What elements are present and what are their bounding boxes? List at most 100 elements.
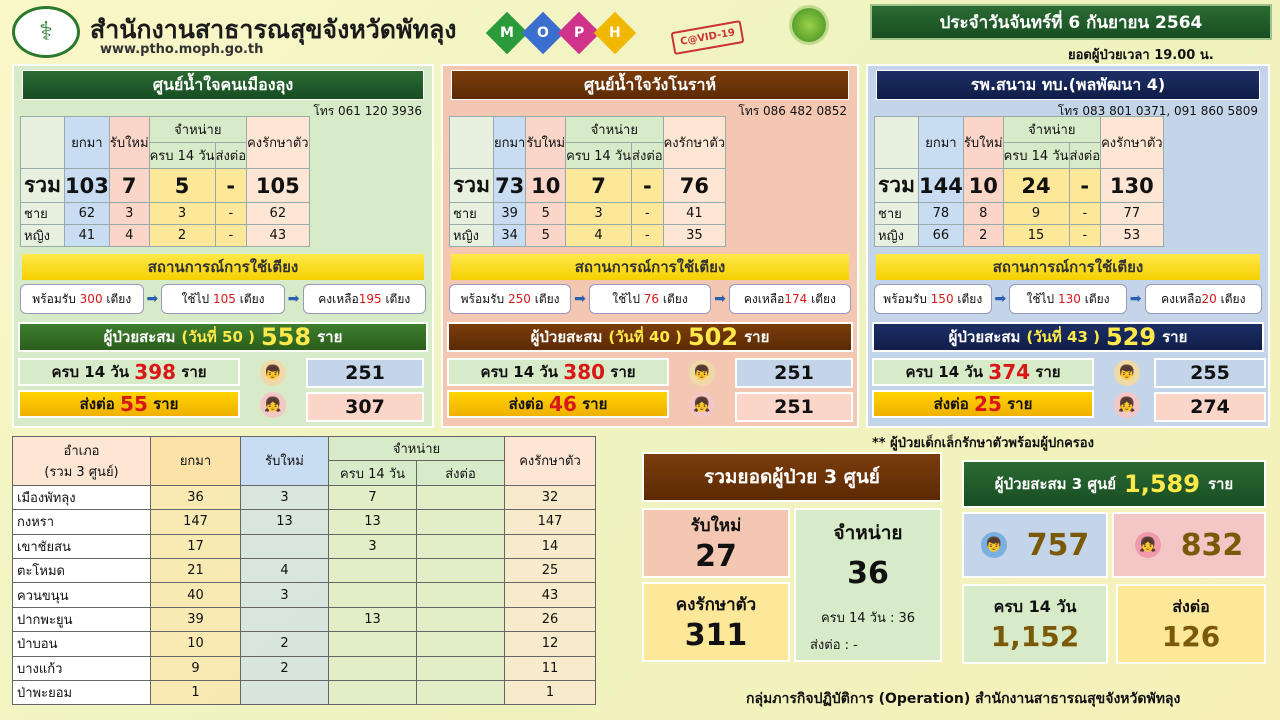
col-discharge: จำหน่าย (328, 435, 505, 462)
center-panel: รพ.สนาม ทบ.(พลพัฒนา 4) โทร 083 801 0371, … (866, 64, 1270, 428)
center-girls: 307 (306, 392, 424, 422)
center-complete: ครบ 14 วัน 374 ราย (872, 358, 1094, 386)
cell: 34 (492, 224, 527, 247)
cell: 53 (1100, 224, 1164, 247)
cell: 130 (1100, 168, 1164, 203)
cell: 10 (525, 168, 567, 203)
cell: 3 (148, 202, 216, 225)
col-refer: ส่งต่อ (416, 460, 505, 486)
center-refer: ส่งต่อ 25 ราย (872, 390, 1094, 418)
cell: 2 (148, 224, 216, 247)
bed-status-title: สถานการณ์การใช้เตียง (451, 254, 849, 280)
center-panel: ศูนย์น้ำใจวังโนราห์ โทร 086 482 0852 ยกมาร… (441, 64, 859, 428)
cell: 10 (962, 168, 1004, 203)
girl-icon: 👧 (260, 392, 286, 418)
cell: - (631, 202, 664, 225)
bed-flow: พร้อมรับ 150 เตียง ➡ ใช้ไป 130 เตียง ➡ คงเหล… (874, 284, 1263, 314)
center-complete: ครบ 14 วัน 398 ราย (18, 358, 240, 386)
cell: 43 (246, 224, 310, 247)
center-cumulative: ผู้ป่วยสะสม (วันที่ 40 ) 502 ราย (447, 322, 853, 352)
cell: 9 (1002, 202, 1070, 225)
row-female: หญิง (20, 224, 65, 247)
center-refer: ส่งต่อ 46 ราย (447, 390, 669, 418)
row-male: ชาย (874, 202, 919, 225)
cell: 7 (108, 168, 150, 203)
arrow-right-icon: ➡ (574, 291, 586, 307)
moph-logo: ⚕ (12, 6, 80, 58)
bed-status-title: สถานการณ์การใช้เตียง (22, 254, 424, 280)
bed-used: ใช้ไป 76 เตียง (588, 284, 712, 314)
footer-text: กลุ่มภารกิจปฏิบัติการ (Operation) สำนักง… (746, 691, 1181, 707)
district-table: อำเภอ (รวม 3 ศูนย์) ยกมา รับใหม่ จำหน่าย … (12, 435, 596, 706)
summary-new: รับใหม่ 27 (642, 508, 790, 578)
cell: 2 (962, 224, 1004, 247)
col-carried: ยกมา (150, 436, 241, 486)
cum-complete: ครบ 14 วัน 1,152 (962, 584, 1108, 664)
cell: 66 (918, 224, 964, 247)
table-row: เมืองพัทลุง 36 3 7 32 (12, 484, 596, 511)
boy-icon: 👦 (1114, 360, 1140, 386)
report-time: ยอดผู้ป่วยเวลา 19.00 น. (1068, 48, 1214, 63)
cell: 39 (492, 202, 527, 225)
cell: - (631, 168, 664, 203)
bed-ready: พร้อมรับ 150 เตียง (874, 284, 992, 314)
cell: - (631, 224, 664, 247)
table-row: ปากพะยูน 39 13 26 (12, 606, 596, 633)
table-row: ตะโหมด 21 4 25 (12, 557, 596, 584)
cell: 35 (662, 224, 727, 247)
row-male: ชาย (449, 202, 494, 225)
cumulative-bar: ผู้ป่วยสะสม 3 ศูนย์ 1,589 ราย (962, 460, 1266, 508)
row-total: รวม (20, 168, 65, 203)
center-girls: 274 (1154, 392, 1266, 422)
cell: 41 (64, 224, 110, 247)
cell: 4 (108, 224, 150, 247)
cell: 76 (662, 168, 727, 203)
cell: 41 (662, 202, 727, 225)
bed-ready: พร้อมรับ 300 เตียง (20, 284, 144, 314)
girl-icon: 👧 (689, 392, 715, 418)
cell: 5 (148, 168, 216, 203)
center-name: รพ.สนาม ทบ.(พลพัฒนา 4) (876, 70, 1260, 100)
arrow-right-icon: ➡ (146, 291, 159, 307)
cell: 4 (565, 224, 633, 247)
child-note: ** ผู้ป่วยเด็กเล็กรักษาตัวพร้อมผู้ปกครอง (872, 436, 1094, 451)
center-stats-table: ยกมา รับใหม่ จำหน่าย คงรักษาตัว ครบ 14 วัน ส่… (449, 116, 727, 247)
moph-badges: M O P H (485, 11, 637, 55)
arrow-right-icon: ➡ (714, 291, 726, 307)
org-url[interactable]: www.ptho.moph.go.th (100, 42, 263, 57)
center-cumulative: ผู้ป่วยสะสม (วันที่ 43 ) 529 ราย (872, 322, 1264, 352)
row-total: รวม (874, 168, 919, 203)
table-row: ป่าพะยอม 1 1 (12, 679, 596, 706)
bed-used: ใช้ไป 105 เตียง (161, 284, 285, 314)
cell: 8 (962, 202, 1004, 225)
girl-icon: 👧 (1134, 532, 1161, 558)
arrow-right-icon: ➡ (1129, 291, 1142, 307)
center-name: ศูนย์น้ำใจวังโนราห์ (451, 70, 849, 100)
cum-refer: ส่งต่อ 126 (1116, 584, 1266, 664)
center-boys: 255 (1154, 358, 1266, 388)
arrow-right-icon: ➡ (287, 291, 300, 307)
row-total: รวม (449, 168, 494, 203)
bed-status-title: สถานการณ์การใช้เตียง (876, 254, 1260, 280)
bed-left: คงเหลือ 20 เตียง (1144, 284, 1263, 314)
boy-icon: 👦 (689, 360, 715, 386)
center-stats-table: ยกมา รับใหม่ จำหน่าย คงรักษาตัว ครบ 14 วัน ส่… (20, 116, 310, 247)
table-row: บางแก้ว 9 2 11 (12, 655, 596, 681)
cell: - (1068, 224, 1102, 247)
cell: 62 (246, 202, 310, 225)
covid-stamp: C@VID-19 (670, 19, 745, 56)
cell: - (214, 224, 248, 247)
cell: 144 (918, 168, 964, 203)
cell: - (214, 168, 248, 203)
cell: 105 (246, 168, 310, 203)
cum-boys: 👦 757 (962, 512, 1108, 578)
moph-h: H (593, 11, 637, 55)
col-complete14: ครบ 14 วัน (328, 460, 417, 486)
cell: 78 (918, 202, 964, 225)
summary-title: รวมยอดผู้ป่วย 3 ศูนย์ (642, 452, 942, 502)
center-girls: 251 (735, 392, 853, 422)
cell: 15 (1002, 224, 1070, 247)
center-cumulative: ผู้ป่วยสะสม (วันที่ 50 ) 558 ราย (18, 322, 428, 352)
center-name: ศูนย์น้ำใจคนเมืองลุง (22, 70, 424, 100)
boy-icon: 👦 (980, 532, 1007, 558)
